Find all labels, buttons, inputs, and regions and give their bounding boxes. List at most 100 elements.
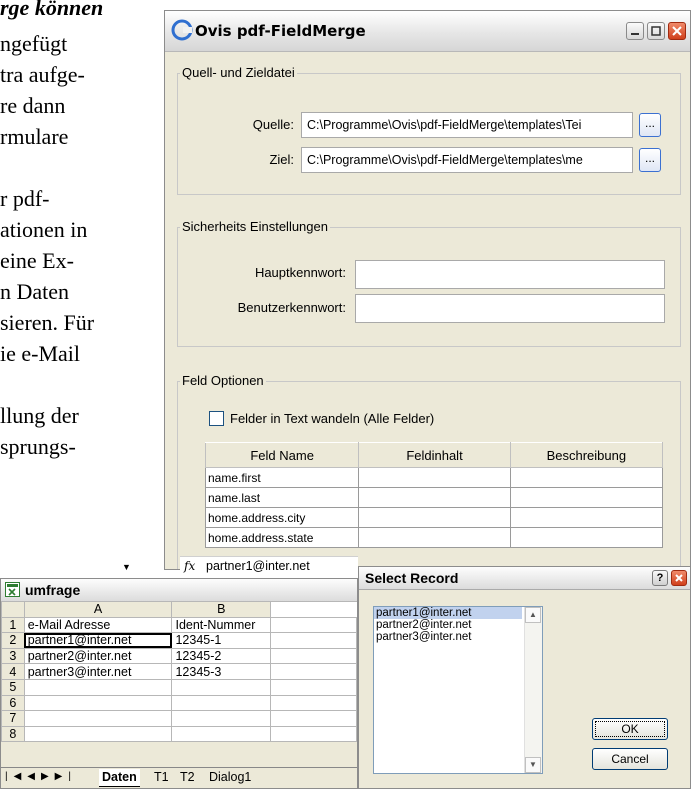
- empty-cell[interactable]: [270, 663, 357, 680]
- cell[interactable]: 12345-3: [171, 663, 272, 680]
- field-value-cell[interactable]: [358, 467, 511, 488]
- cancel-button[interactable]: Cancel: [592, 748, 668, 770]
- sheet-tab-t2[interactable]: T2: [177, 769, 198, 786]
- cell[interactable]: partner2@inter.net: [23, 647, 173, 665]
- column-header[interactable]: B: [171, 601, 272, 618]
- user-password-input[interactable]: [355, 294, 665, 323]
- field-description-cell[interactable]: [509, 467, 664, 488]
- target-browse-button[interactable]: ...: [639, 148, 661, 172]
- dialog-close-button[interactable]: [671, 570, 687, 586]
- master-password-input[interactable]: [355, 260, 665, 289]
- cell[interactable]: 12345-1: [171, 632, 272, 649]
- row-header[interactable]: 7: [1, 710, 25, 727]
- table-row[interactable]: home.address.city: [204, 507, 664, 528]
- doc-line: ngefügt: [0, 31, 68, 56]
- row-header[interactable]: 2: [1, 632, 25, 649]
- sheet-navigation-icons[interactable]: |◀◀▶▶|: [5, 771, 77, 782]
- field-value-cell[interactable]: [358, 527, 511, 548]
- list-item[interactable]: partner3@inter.net: [374, 631, 522, 643]
- empty-cell[interactable]: [270, 616, 357, 634]
- field-description-cell[interactable]: [509, 527, 664, 548]
- convert-to-text-checkbox[interactable]: [209, 411, 224, 426]
- table-row[interactable]: 8: [1, 725, 357, 743]
- cell[interactable]: [171, 694, 272, 712]
- selected-cell[interactable]: partner1@inter.net: [23, 632, 173, 649]
- column-header[interactable]: Beschreibung: [509, 442, 664, 468]
- row-header[interactable]: 8: [1, 725, 25, 743]
- table-row[interactable]: 1 e-Mail Adresse Ident-Nummer: [1, 616, 357, 634]
- empty-cell[interactable]: [270, 710, 357, 727]
- cell[interactable]: [23, 725, 173, 743]
- table-row[interactable]: 4 partner3@inter.net 12345-3: [1, 663, 357, 680]
- field-value-cell[interactable]: [358, 507, 511, 528]
- empty-cell[interactable]: [270, 601, 357, 618]
- help-button[interactable]: ?: [652, 570, 668, 586]
- cell[interactable]: [23, 694, 173, 712]
- row-header[interactable]: 1: [1, 616, 25, 634]
- empty-cell[interactable]: [270, 647, 357, 665]
- cell[interactable]: [171, 725, 272, 743]
- row-header[interactable]: 6: [1, 694, 25, 712]
- cell[interactable]: [171, 678, 272, 696]
- cell[interactable]: e-Mail Adresse: [23, 616, 173, 634]
- list-item[interactable]: partner2@inter.net: [374, 619, 522, 631]
- sheet-tab-t1[interactable]: T1: [151, 769, 172, 786]
- scroll-down-icon[interactable]: ▼: [525, 757, 541, 773]
- cell[interactable]: [23, 678, 173, 696]
- list-item[interactable]: partner1@inter.net: [374, 607, 522, 619]
- source-browse-button[interactable]: ...: [639, 113, 661, 137]
- cell[interactable]: 12345-2: [171, 647, 272, 665]
- field-name-cell[interactable]: name.first: [204, 467, 360, 488]
- table-row[interactable]: 5: [1, 678, 357, 696]
- help-icon: ?: [656, 572, 664, 584]
- select-record-title-bar[interactable]: Select Record ?: [359, 567, 690, 590]
- sheet-tab-daten[interactable]: Daten: [99, 769, 140, 787]
- ok-button[interactable]: OK: [592, 718, 668, 740]
- close-button[interactable]: [668, 22, 686, 40]
- row-header[interactable]: 5: [1, 678, 25, 696]
- doc-line: ie e-Mail: [0, 341, 81, 366]
- table-row[interactable]: 6: [1, 694, 357, 712]
- table-row[interactable]: name.last: [204, 487, 664, 508]
- title-bar[interactable]: Ovis pdf-FieldMerge: [165, 11, 690, 52]
- field-name-cell[interactable]: name.last: [204, 487, 360, 508]
- empty-cell[interactable]: [270, 632, 357, 649]
- table-row[interactable]: name.first: [204, 467, 664, 488]
- empty-cell[interactable]: [270, 694, 357, 712]
- table-row[interactable]: 7: [1, 710, 357, 727]
- minimize-button[interactable]: [626, 22, 644, 40]
- column-header[interactable]: A: [23, 601, 173, 618]
- column-header[interactable]: Feld Name: [204, 442, 360, 468]
- maximize-button[interactable]: [647, 22, 665, 40]
- formula-value[interactable]: partner1@inter.net: [206, 559, 310, 573]
- field-name-cell[interactable]: home.address.state: [204, 527, 360, 548]
- field-name-cell[interactable]: home.address.city: [204, 507, 360, 528]
- doc-line: rmulare: [0, 124, 69, 149]
- table-row[interactable]: 3 partner2@inter.net 12345-2: [1, 647, 357, 665]
- empty-cell[interactable]: [270, 725, 357, 743]
- target-path-input[interactable]: C:\Programme\Ovis\pdf-FieldMerge\templat…: [301, 147, 633, 173]
- row-header[interactable]: 3: [1, 647, 25, 665]
- cell[interactable]: [23, 710, 173, 727]
- name-box-dropdown-icon[interactable]: ▼: [122, 562, 131, 572]
- field-description-cell[interactable]: [509, 487, 664, 508]
- cell[interactable]: Ident-Nummer: [171, 616, 272, 634]
- spreadsheet-title-bar[interactable]: umfrage: [1, 579, 357, 602]
- table-row[interactable]: home.address.state: [204, 527, 664, 548]
- source-target-group: Quell- und Zieldatei Quelle: C:\Programm…: [177, 65, 681, 195]
- formula-bar[interactable]: fx partner1@inter.net: [180, 556, 358, 577]
- cell[interactable]: partner3@inter.net: [23, 663, 173, 680]
- field-description-cell[interactable]: [509, 507, 664, 528]
- table-row[interactable]: 2 partner1@inter.net 12345-1: [1, 632, 357, 649]
- row-header[interactable]: 4: [1, 663, 25, 680]
- empty-cell[interactable]: [270, 678, 357, 696]
- cell[interactable]: [171, 710, 272, 727]
- scroll-up-icon[interactable]: ▲: [525, 607, 541, 623]
- sheet-tab-dialog1[interactable]: Dialog1: [206, 769, 254, 786]
- column-header[interactable]: Feldinhalt: [358, 442, 511, 468]
- select-all-corner[interactable]: [1, 601, 25, 618]
- field-value-cell[interactable]: [358, 487, 511, 508]
- record-list[interactable]: partner1@inter.net partner2@inter.net pa…: [373, 606, 543, 774]
- source-path-input[interactable]: C:\Programme\Ovis\pdf-FieldMerge\templat…: [301, 112, 633, 138]
- list-scrollbar[interactable]: ▲ ▼: [524, 607, 542, 773]
